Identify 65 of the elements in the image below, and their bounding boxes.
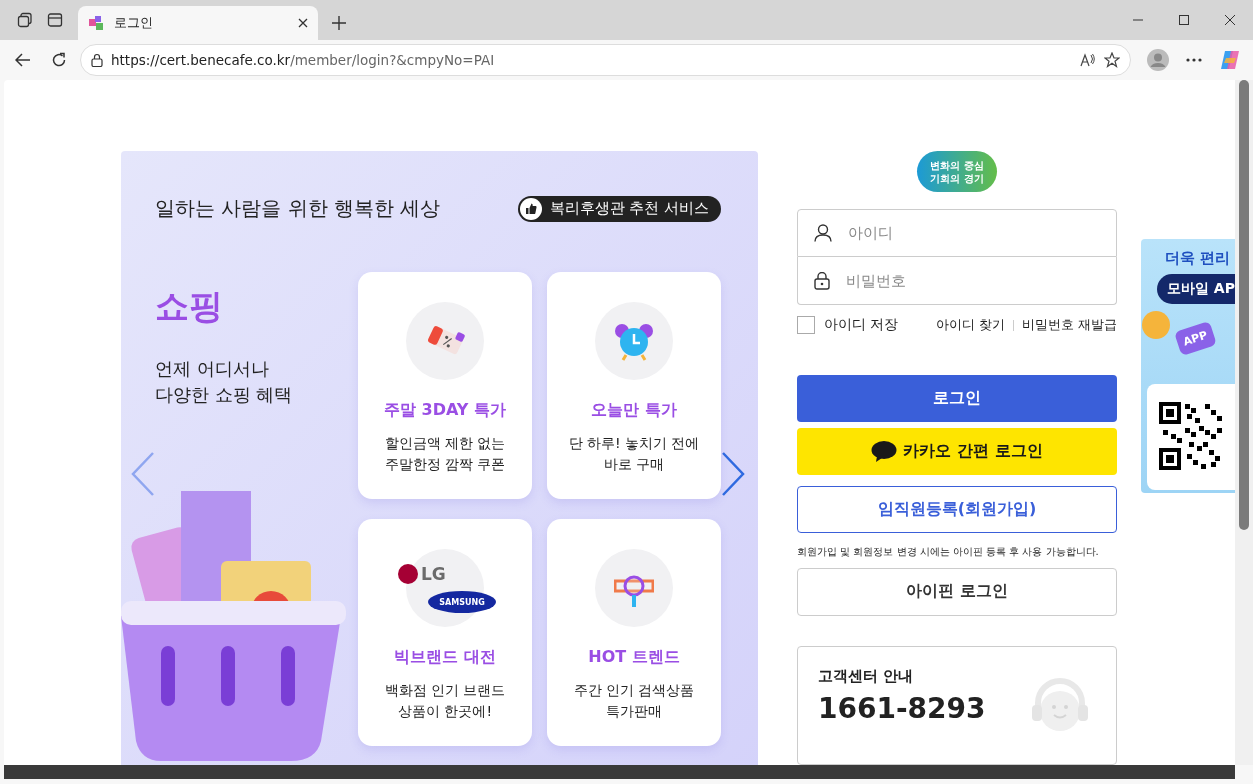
close-icon[interactable]	[298, 18, 308, 28]
speech-bubble-icon	[871, 440, 898, 463]
workspaces-icon[interactable]	[17, 12, 33, 28]
tab-list-icon[interactable]	[47, 12, 63, 28]
user-icon	[814, 224, 832, 243]
kakao-login-button[interactable]: 카카오 간편 로그인	[797, 428, 1117, 475]
service-badge: 복리후생관 추천 서비스	[517, 195, 721, 222]
star-icon[interactable]	[1104, 52, 1120, 68]
card-description: 주간 인기 검색상품 특가판매	[573, 681, 695, 721]
ad-headline: 더욱 편리	[1165, 249, 1232, 268]
promo-card[interactable]: HOT 트렌드 주간 인기 검색상품 특가판매	[547, 519, 721, 746]
card-title: 주말 3DAY 특가	[384, 400, 506, 421]
avatar-icon[interactable]	[1147, 49, 1169, 71]
logo: 변화의 중심 기회의 경기	[917, 151, 997, 193]
password-field[interactable]: 비밀번호	[797, 257, 1117, 306]
id-field[interactable]: 아이디	[846, 213, 1116, 254]
lock-icon	[91, 53, 103, 67]
id-field[interactable]: 아이디	[797, 209, 1117, 258]
scrollbar[interactable]	[4, 765, 1235, 779]
scrollbar[interactable]	[1235, 80, 1253, 765]
support-title: 고객센터 안내	[818, 666, 915, 686]
app-ad-banner[interactable]: 더욱 편리 모바일 AP APP	[1141, 239, 1235, 493]
lock-icon	[814, 271, 830, 290]
card-description: 단 하루! 놓치기 전에 바로 구매	[568, 434, 700, 474]
more-icon[interactable]	[1186, 58, 1202, 62]
thumbs-up-icon	[519, 197, 542, 220]
copilot-icon[interactable]	[1219, 49, 1241, 71]
new-tab-icon[interactable]	[332, 16, 346, 30]
link[interactable]: 비밀번호 재발급	[1022, 316, 1117, 334]
card-title: 오늘만 특가	[591, 400, 677, 421]
card-title: 빅브랜드 대전	[394, 647, 496, 668]
card-description: 할인금액 제한 없는 주말한정 깜짝 쿠폰	[384, 434, 506, 474]
password-field[interactable]: 비밀번호	[844, 260, 1116, 301]
ipin-login-button[interactable]: 아이핀 로그인	[797, 567, 1117, 616]
phone-number: 1661-8293	[818, 691, 986, 725]
url-text: https://cert.benecafe.co.kr/member/login?&cmpyNo=PAI	[111, 52, 496, 68]
promo-card[interactable]: LG SAMSUNG 빅브랜드 대전 백화점 인기 브랜드 상품이 한곳에!	[358, 519, 532, 746]
brand-logo: LG	[398, 564, 446, 584]
back-icon[interactable]	[15, 53, 31, 67]
maximize-icon[interactable]	[1179, 15, 1189, 25]
qr-code[interactable]	[1159, 402, 1223, 470]
login-button[interactable]: 로그인	[797, 375, 1117, 423]
category-description: 언제 어디서나 다양한 쇼핑 혜택	[155, 357, 294, 407]
card-title: HOT 트렌드	[588, 647, 680, 668]
app-label: APP	[1174, 320, 1217, 357]
alarm-clock-icon	[614, 321, 654, 361]
remember-label: 아이디 저장	[824, 316, 899, 335]
checkbox[interactable]	[797, 316, 815, 335]
chevron-right-icon[interactable]	[721, 451, 745, 497]
category-title: 쇼핑	[155, 285, 224, 328]
link[interactable]: 아이디 찾기	[936, 316, 1005, 334]
coin-icon	[1141, 310, 1171, 340]
close-icon[interactable]	[1225, 15, 1235, 25]
browser-tab[interactable]: 로그인	[78, 6, 318, 40]
address-bar[interactable]: https://cert.benecafe.co.kr/member/login?&cmpyNo=PAI	[80, 44, 1131, 76]
notice-text: 회원가입 및 회원정보 변경 시에는 아이핀 등록 후 사용 가능합니다.	[797, 544, 1100, 559]
reload-icon[interactable]	[51, 52, 67, 68]
read-aloud-icon[interactable]	[1080, 53, 1096, 67]
promo-card[interactable]: 주말 3DAY 특가 할인금액 제한 없는 주말한정 깜짝 쿠폰	[358, 272, 532, 499]
promo-card[interactable]: 오늘만 특가 단 하루! 놓치기 전에 바로 구매	[547, 272, 721, 499]
card-description: 백화점 인기 브랜드 상품이 한곳에!	[384, 681, 506, 721]
brand-logo: SAMSUNG	[428, 591, 496, 613]
signup-button[interactable]: 임직원등록(회원가입)	[797, 485, 1117, 533]
banner-headline: 일하는 사람을 위한 행복한 세상	[155, 195, 441, 222]
ad-pill: 모바일 AP	[1157, 274, 1235, 304]
